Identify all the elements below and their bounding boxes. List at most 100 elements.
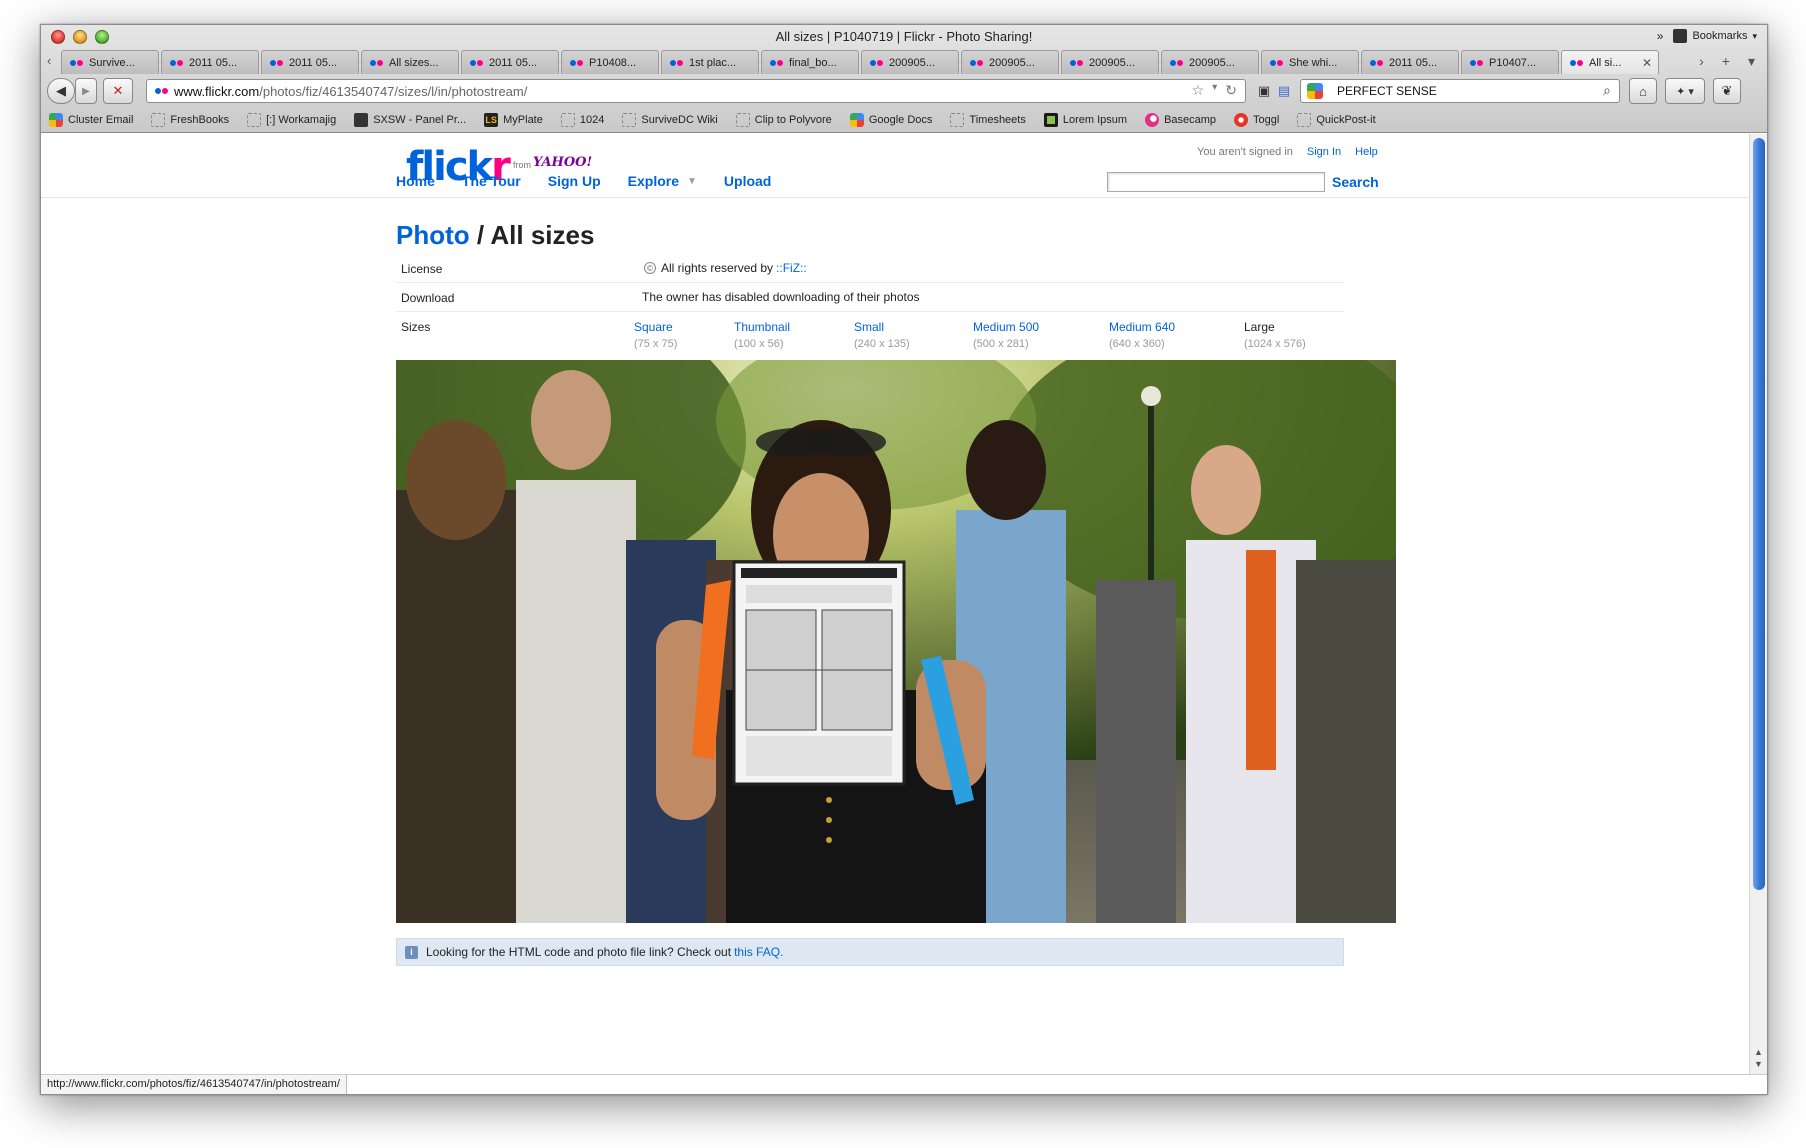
back-button[interactable]: ◀ [47, 78, 75, 104]
nav-home[interactable]: Home [396, 173, 435, 189]
search-icon[interactable]: ⌕ [1603, 82, 1611, 99]
size-dimensions: (1024 x 576) [1244, 338, 1306, 350]
nav-sign-up[interactable]: Sign Up [548, 173, 601, 189]
new-tab-icon[interactable]: + [1722, 53, 1730, 70]
address-bar[interactable]: www.flickr.com/photos/fiz/4613540747/siz… [146, 79, 1246, 103]
reader-icon[interactable]: ▤ [1275, 78, 1293, 104]
forward-button[interactable]: ▶ [75, 78, 97, 104]
tab[interactable]: 2011 05... [1361, 50, 1459, 74]
download-text: The owner has disabled downloading of th… [642, 290, 920, 304]
url-path: /photos/fiz/4613540747/sizes/l/in/photos… [259, 83, 528, 99]
tab-scroll-left-icon[interactable]: ‹ [47, 53, 51, 68]
bookmark-label: Timesheets [969, 114, 1026, 126]
size-label[interactable]: Medium 640 [1109, 320, 1244, 334]
owner-link[interactable]: ::FiZ:: [776, 261, 807, 275]
bookmark-item[interactable]: Google Docs [849, 113, 932, 127]
scrollbar-thumb[interactable] [1753, 138, 1765, 890]
bookmark-item[interactable]: [:] Workamajig [247, 113, 336, 127]
tab-label: final_bo... [789, 56, 837, 69]
tab[interactable]: 2011 05... [461, 50, 559, 74]
tab[interactable]: P10408... [561, 50, 659, 74]
size-label[interactable]: Thumbnail [734, 320, 854, 334]
size-option[interactable]: Medium 500 (500 x 281) [973, 320, 1109, 350]
google-icon[interactable] [1307, 83, 1323, 99]
bookmark-item[interactable]: SXSW - Panel Pr... [354, 113, 466, 127]
bookmark-item[interactable]: Lorem Ipsum [1043, 113, 1127, 127]
bookmark-item[interactable]: Cluster Email [49, 113, 133, 127]
tab[interactable]: 2011 05... [161, 50, 259, 74]
bookmark-item[interactable]: QuickPost-it [1297, 113, 1376, 127]
tab[interactable]: P10407... [1461, 50, 1559, 74]
sign-in-link[interactable]: Sign In [1307, 146, 1341, 158]
license-row: License © All rights reserved by ::FiZ:: [396, 254, 1344, 283]
puzzle-icon: ✦ ▾ [1676, 85, 1694, 98]
bookmark-item[interactable]: SurviveDC Wiki [622, 113, 718, 127]
tab[interactable]: She whi... [1261, 50, 1359, 74]
evernote-button[interactable]: ❦ [1713, 78, 1741, 104]
chevron-down-icon: ▾ [1752, 30, 1757, 41]
tab[interactable]: 1st plac... [661, 50, 759, 74]
tab[interactable]: 200905... [1061, 50, 1159, 74]
more-bookmarks-icon[interactable]: » [1657, 29, 1664, 43]
help-link[interactable]: Help [1355, 146, 1378, 158]
extension-button[interactable]: ✦ ▾ [1665, 78, 1705, 104]
flickr-favicon-icon [70, 59, 83, 66]
nav-explore[interactable]: Explore ▼ [628, 173, 697, 189]
bookmark-icon [950, 113, 965, 127]
flickr-search-input[interactable] [1107, 172, 1325, 192]
photo-breadcrumb-link[interactable]: Photo [396, 220, 470, 250]
tab-active[interactable]: All si... ✕ [1561, 50, 1659, 74]
size-option[interactable]: Thumbnail (100 x 56) [734, 320, 854, 350]
reload-icon[interactable]: ↻ [1225, 82, 1237, 99]
size-option[interactable]: Medium 640 (640 x 360) [1109, 320, 1244, 350]
tab-list-icon[interactable]: ▾ [1748, 53, 1755, 70]
tab-label: 1st plac... [689, 56, 737, 69]
stop-button[interactable]: ✕ [103, 78, 133, 104]
large-photo [396, 360, 1396, 923]
bookmark-item[interactable]: Timesheets [950, 113, 1026, 127]
bookmark-item[interactable]: Clip to Polyvore [735, 113, 832, 127]
google-icon [849, 113, 864, 127]
logo-from-text: from [513, 160, 531, 170]
download-label: Download [401, 291, 455, 305]
bookmark-item[interactable]: Basecamp [1145, 113, 1216, 127]
bookmark-item[interactable]: FreshBooks [151, 113, 229, 127]
explore-dropdown-icon[interactable]: ▼ [687, 176, 697, 187]
bookmark-item[interactable]: Toggl [1234, 113, 1279, 127]
vertical-scrollbar[interactable]: ▲ ▼ [1749, 134, 1767, 1074]
tab[interactable]: Survive... [61, 50, 159, 74]
tab[interactable]: 200905... [1161, 50, 1259, 74]
size-label[interactable]: Small [854, 320, 973, 334]
flickr-favicon-icon [170, 59, 183, 66]
size-label[interactable]: Square [634, 320, 734, 334]
history-dropdown-icon[interactable]: ▾ [1212, 82, 1217, 99]
size-label[interactable]: Medium 500 [973, 320, 1109, 334]
faq-notice: i Looking for the HTML code and photo fi… [396, 938, 1344, 966]
bookmarks-menu[interactable]: » Bookmarks ▾ [1657, 29, 1757, 43]
tab[interactable]: final_bo... [761, 50, 859, 74]
close-tab-icon[interactable]: ✕ [1642, 56, 1652, 70]
nav-the-tour[interactable]: The Tour [462, 173, 521, 189]
bookmark-item[interactable]: 1024 [560, 113, 604, 127]
home-button[interactable]: ⌂ [1629, 78, 1657, 104]
faq-link[interactable]: this FAQ. [734, 945, 783, 959]
bookmark-star-icon[interactable]: ☆ [1192, 82, 1205, 99]
search-input[interactable]: PERFECT SENSE [1337, 84, 1437, 98]
lock-icon[interactable]: ▣ [1255, 78, 1273, 104]
size-option[interactable]: Square (75 x 75) [634, 320, 734, 350]
bookmark-item[interactable]: LS MyPlate [484, 113, 543, 127]
search-engine-box[interactable]: PERFECT SENSE ⌕ [1300, 79, 1620, 103]
scroll-up-icon[interactable]: ▲ [1754, 1047, 1763, 1057]
nav-upload[interactable]: Upload [724, 173, 771, 189]
page-viewport: flickr from YAHOO! You aren't signed in … [41, 134, 1751, 1074]
yahoo-logo[interactable]: YAHOO! [533, 155, 592, 170]
scroll-arrows[interactable]: ▲ ▼ [1754, 1046, 1763, 1070]
tab[interactable]: 200905... [861, 50, 959, 74]
tab[interactable]: 200905... [961, 50, 1059, 74]
scroll-down-icon[interactable]: ▼ [1754, 1059, 1763, 1069]
tab[interactable]: All sizes... [361, 50, 459, 74]
tab[interactable]: 2011 05... [261, 50, 359, 74]
tab-scroll-right-icon[interactable]: › [1699, 53, 1704, 70]
flickr-search-button[interactable]: Search [1332, 174, 1379, 190]
size-option[interactable]: Small (240 x 135) [854, 320, 973, 350]
